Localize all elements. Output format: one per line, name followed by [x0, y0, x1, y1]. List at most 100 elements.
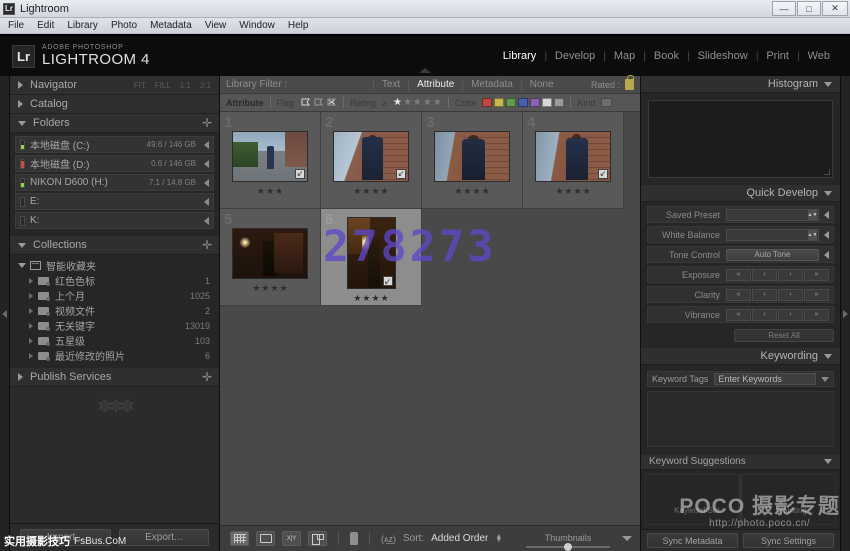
rating-operator[interactable]: ≥	[382, 98, 387, 108]
folder-item[interactable]: K:	[15, 212, 214, 229]
quick-develop-header[interactable]: Quick Develop	[641, 185, 840, 202]
expand-arrow-icon[interactable]	[824, 251, 829, 259]
survey-view-button[interactable]	[308, 531, 327, 546]
keyword-entry-area[interactable]	[647, 391, 834, 447]
color-swatch-purple[interactable]	[530, 98, 540, 107]
keyword-set-label[interactable]: Keyword Set	[674, 506, 719, 515]
close-button[interactable]: ✕	[822, 1, 848, 16]
add-publish-service-icon[interactable]: ✛	[202, 371, 212, 383]
color-swatch-blue[interactable]	[518, 98, 528, 107]
table-row[interactable]: 6 ★★★★	[321, 209, 422, 306]
catalog-header[interactable]: Catalog	[10, 95, 219, 114]
sort-az-icon[interactable]: (ᴀ͟ᴢ)	[381, 534, 396, 544]
slider-handle[interactable]	[564, 543, 572, 551]
color-swatch-yellow[interactable]	[494, 98, 504, 107]
loupe-view-button[interactable]	[256, 531, 275, 546]
zoom-fit[interactable]: FIT	[134, 81, 146, 90]
vibrance-step-dec[interactable]: ‹	[752, 309, 777, 321]
module-map[interactable]: Map	[606, 50, 643, 62]
thumbnail-rating[interactable]: ★★★★	[252, 284, 287, 293]
right-panel-collapse-strip[interactable]	[840, 76, 850, 551]
exposure-step-inc-large[interactable]: »	[804, 269, 829, 281]
folders-header[interactable]: Folders ✛	[10, 114, 219, 133]
rating-star[interactable]: ★	[423, 98, 432, 108]
crop-badge-icon[interactable]	[383, 276, 393, 286]
menu-help[interactable]: Help	[288, 20, 309, 31]
rating-stars[interactable]: ★ ★ ★ ★ ★	[393, 98, 442, 108]
thumbnail-rating[interactable]: ★★★★	[555, 187, 590, 196]
filter-tab-text[interactable]: Text	[375, 79, 407, 90]
chevron-down-icon[interactable]	[824, 354, 832, 359]
photo-thumbnail[interactable]	[535, 131, 611, 182]
table-row[interactable]: 3 ★★★★	[422, 112, 523, 209]
kind-photo-icon[interactable]	[601, 98, 612, 107]
thumbnail-rating[interactable]: ★★★★	[454, 187, 489, 196]
sort-direction-icon[interactable]: ▲▼	[495, 535, 502, 543]
clarity-step-inc-large[interactable]: »	[804, 289, 829, 301]
clarity-step-dec[interactable]: ‹	[752, 289, 777, 301]
photo-thumbnail[interactable]	[434, 131, 510, 182]
sync-settings-button[interactable]: Sync Settings	[743, 533, 834, 548]
flag-rejected-icon[interactable]	[326, 97, 337, 108]
folder-item[interactable]: E:	[15, 193, 214, 210]
module-develop[interactable]: Develop	[547, 50, 603, 62]
thumbnails-slider[interactable]: Thumbnails	[526, 533, 610, 548]
sync-metadata-button[interactable]: Sync Metadata	[647, 533, 738, 548]
toolbar-caret-icon[interactable]	[622, 536, 632, 541]
table-row[interactable]: 4 ★★★★	[523, 112, 624, 209]
list-item[interactable]: 上个月 1025	[15, 288, 214, 303]
flag-unflagged-icon[interactable]	[313, 97, 324, 108]
vibrance-step-inc[interactable]: ›	[778, 309, 803, 321]
collections-header[interactable]: Collections ✛	[10, 236, 219, 255]
clarity-step-dec-large[interactable]: «	[726, 289, 751, 301]
navigator-header[interactable]: Navigator FIT FILL 1:1 3:1	[10, 76, 219, 95]
menu-photo[interactable]: Photo	[111, 20, 137, 31]
color-swatch-white[interactable]	[542, 98, 552, 107]
module-book[interactable]: Book	[646, 50, 687, 62]
sort-value[interactable]: Added Order	[431, 533, 488, 544]
histogram-header[interactable]: Histogram	[641, 76, 840, 93]
module-web[interactable]: Web	[800, 50, 838, 62]
collection-group[interactable]: 智能收藏夹	[15, 258, 214, 273]
list-item[interactable]: 视频文件 2	[15, 303, 214, 318]
folder-expand-icon[interactable]	[204, 160, 209, 168]
vibrance-step-dec-large[interactable]: «	[726, 309, 751, 321]
painter-icon[interactable]	[350, 532, 358, 545]
thumbnail-rating[interactable]: ★★★★	[353, 294, 388, 303]
list-item[interactable]: 最近修改的照片 6	[15, 348, 214, 363]
reset-all-button[interactable]: Reset All	[734, 329, 834, 342]
menu-view[interactable]: View	[205, 20, 227, 31]
keyword-tags-input[interactable]: Enter Keywords	[714, 373, 816, 385]
list-item[interactable]: 红色色标 1	[15, 273, 214, 288]
filter-tab-attribute[interactable]: Attribute	[410, 79, 461, 90]
grid-view-button[interactable]	[230, 531, 249, 546]
chevron-down-icon[interactable]	[824, 191, 832, 196]
minimize-button[interactable]: —	[772, 1, 796, 16]
menu-metadata[interactable]: Metadata	[150, 20, 192, 31]
module-library[interactable]: Library	[495, 50, 545, 62]
lock-icon[interactable]	[625, 79, 634, 90]
crop-badge-icon[interactable]	[396, 169, 406, 179]
add-collection-icon[interactable]: ✛	[202, 239, 212, 251]
color-swatch-gray[interactable]	[554, 98, 564, 107]
folder-expand-icon[interactable]	[204, 141, 209, 149]
expand-arrow-icon[interactable]	[824, 231, 829, 239]
slider-track[interactable]	[526, 546, 610, 548]
rating-star[interactable]: ★	[403, 98, 412, 108]
maximize-button[interactable]: □	[797, 1, 821, 16]
add-folder-icon[interactable]: ✛	[202, 117, 212, 129]
zoom-1-1[interactable]: 1:1	[180, 81, 191, 90]
module-slideshow[interactable]: Slideshow	[690, 50, 756, 62]
photo-thumbnail[interactable]	[333, 131, 409, 182]
photo-thumbnail[interactable]	[347, 217, 396, 289]
folder-item[interactable]: 本地磁盘 (C:) 49.6 / 146 GB	[15, 136, 214, 153]
rating-star[interactable]: ★	[433, 98, 442, 108]
rating-star[interactable]: ★	[393, 98, 402, 108]
folder-item[interactable]: 本地磁盘 (D:) 0.6 / 146 GB	[15, 155, 214, 172]
crop-badge-icon[interactable]	[295, 169, 305, 179]
publish-services-header[interactable]: Publish Services ✛	[10, 368, 219, 387]
folder-expand-icon[interactable]	[204, 217, 209, 225]
menu-file[interactable]: File	[8, 20, 24, 31]
zoom-fill[interactable]: FILL	[155, 81, 171, 90]
white-balance-select[interactable]: ▲▼	[726, 229, 819, 241]
